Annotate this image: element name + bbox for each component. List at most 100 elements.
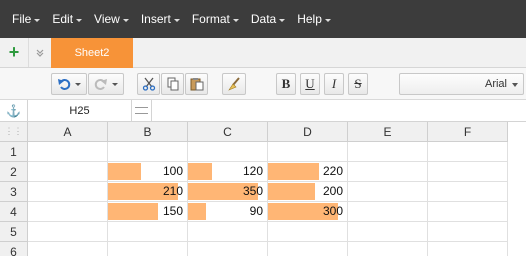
column-header-d[interactable]: D	[268, 122, 348, 142]
cell-e5[interactable]	[348, 222, 428, 242]
menu-insert[interactable]: Insert	[141, 12, 180, 26]
undo-icon	[58, 79, 71, 90]
cell-d6[interactable]	[268, 242, 348, 256]
cell-a1[interactable]	[28, 142, 108, 162]
menu-file-label: File	[12, 12, 32, 26]
cell-b2[interactable]: 100	[108, 162, 188, 182]
paste-button[interactable]	[185, 73, 208, 95]
column-header-c[interactable]: C	[188, 122, 268, 142]
cell-a2[interactable]	[28, 162, 108, 182]
cell-c4[interactable]: 90	[188, 202, 268, 222]
cell-d2[interactable]: 220	[268, 162, 348, 182]
chevron-down-icon	[122, 18, 129, 22]
cell-d3[interactable]: 200	[268, 182, 348, 202]
undo-button[interactable]	[51, 73, 87, 95]
cell-b5[interactable]	[108, 222, 188, 242]
add-sheet-button[interactable]: +	[0, 38, 29, 67]
clear-format-button[interactable]	[222, 73, 246, 95]
menu-edit-label: Edit	[52, 12, 74, 26]
row-header-3[interactable]: 3	[0, 182, 28, 202]
cell-a4[interactable]	[28, 202, 108, 222]
anchor-icon[interactable]: ⚓	[0, 100, 28, 121]
cell-c1[interactable]	[188, 142, 268, 162]
cell-a5[interactable]	[28, 222, 108, 242]
cell-f1[interactable]	[428, 142, 508, 162]
menu-edit[interactable]: Edit	[52, 12, 83, 26]
row-header-1[interactable]: 1	[0, 142, 28, 162]
cell-c3[interactable]: 350	[188, 182, 268, 202]
font-family-select[interactable]: Arial	[399, 73, 524, 95]
cut-button[interactable]	[137, 73, 160, 95]
menu-data[interactable]: Data	[251, 12, 286, 26]
chevron-down-icon	[232, 18, 239, 22]
name-box[interactable]: H25	[28, 100, 132, 121]
font-family-value: Arial	[484, 78, 507, 90]
cut-icon	[142, 77, 155, 91]
row-header-6[interactable]: 6	[0, 242, 28, 256]
cell-a6[interactable]	[28, 242, 108, 256]
sheet-list-button[interactable]	[29, 38, 51, 67]
chevron-down-icon	[34, 18, 41, 22]
row-header-5[interactable]: 5	[0, 222, 28, 242]
column-header-e[interactable]: E	[348, 122, 428, 142]
menu-view-label: View	[94, 12, 120, 26]
redo-icon	[94, 79, 107, 90]
row-header-2[interactable]: 2	[0, 162, 28, 182]
divider-line-icon	[135, 113, 148, 114]
cell-b4[interactable]: 150	[108, 202, 188, 222]
column-header-a[interactable]: A	[28, 122, 108, 142]
cell-c6[interactable]	[188, 242, 268, 256]
cell-c2[interactable]: 120	[188, 162, 268, 182]
menu-help[interactable]: Help	[297, 12, 331, 26]
clear-format-icon	[228, 77, 240, 91]
cell-f4[interactable]	[428, 202, 508, 222]
cell-f3[interactable]	[428, 182, 508, 202]
toolbar: B U I S Arial	[0, 68, 526, 100]
tab-sheet2[interactable]: Sheet2	[51, 38, 133, 68]
chevron-down-icon	[173, 18, 180, 22]
cell-e4[interactable]	[348, 202, 428, 222]
paste-icon	[190, 78, 203, 91]
chevron-down-icon	[112, 82, 118, 86]
redo-button[interactable]	[88, 73, 124, 95]
menu-insert-label: Insert	[140, 12, 171, 26]
cell-d1[interactable]	[268, 142, 348, 162]
data-bar	[108, 203, 158, 220]
copy-button[interactable]	[161, 73, 184, 95]
chevron-down-icon	[324, 18, 331, 22]
cell-a3[interactable]	[28, 182, 108, 202]
cell-e3[interactable]	[348, 182, 428, 202]
cell-value: 220	[322, 164, 343, 178]
column-header-b[interactable]: B	[108, 122, 188, 142]
row-header-4[interactable]: 4	[0, 202, 28, 222]
formula-expand-button[interactable]	[132, 100, 152, 121]
cell-e6[interactable]	[348, 242, 428, 256]
cell-f2[interactable]	[428, 162, 508, 182]
cell-e1[interactable]	[348, 142, 428, 162]
cell-b6[interactable]	[108, 242, 188, 256]
sheet-tab-bar: + Sheet2	[0, 38, 526, 68]
cell-f5[interactable]	[428, 222, 508, 242]
cell-value: 120	[242, 164, 263, 178]
cell-e2[interactable]	[348, 162, 428, 182]
cell-d5[interactable]	[268, 222, 348, 242]
menu-format[interactable]: Format	[192, 12, 239, 26]
chevron-down-icon	[76, 18, 83, 22]
cell-c5[interactable]	[188, 222, 268, 242]
strikethrough-button[interactable]: S	[348, 73, 368, 95]
data-bar	[188, 163, 212, 180]
italic-button[interactable]: I	[324, 73, 344, 95]
menu-view[interactable]: View	[94, 12, 129, 26]
underline-button[interactable]: U	[300, 73, 320, 95]
cell-value: 100	[162, 164, 183, 178]
column-header-f[interactable]: F	[428, 122, 508, 142]
cell-f6[interactable]	[428, 242, 508, 256]
formula-bar: ⚓ H25	[0, 100, 526, 122]
cell-b3[interactable]: 210	[108, 182, 188, 202]
select-all-corner[interactable]: ⋮⋮	[0, 122, 28, 142]
cell-b1[interactable]	[108, 142, 188, 162]
cell-value: 300	[322, 204, 343, 218]
cell-d4[interactable]: 300	[268, 202, 348, 222]
bold-button[interactable]: B	[276, 73, 296, 95]
menu-file[interactable]: File	[12, 12, 41, 26]
